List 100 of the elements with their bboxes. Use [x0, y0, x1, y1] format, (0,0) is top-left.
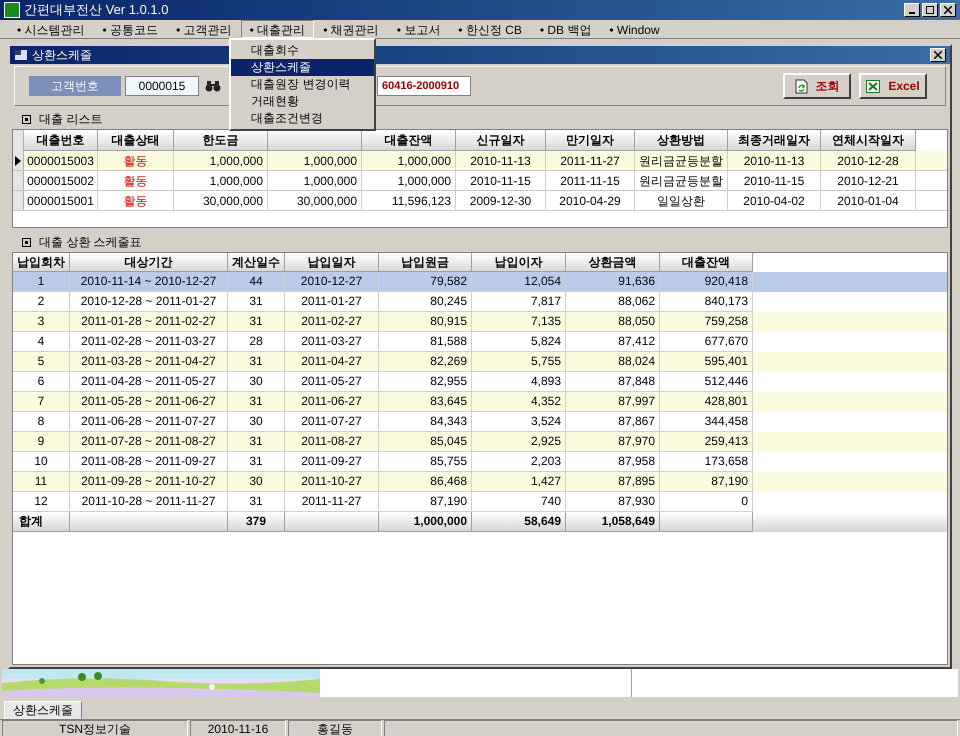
table-cell: 0000015002 [24, 171, 98, 190]
column-header[interactable]: 연체시작일자 [821, 130, 916, 151]
table-cell: 0000015001 [24, 191, 98, 210]
table-cell: 2011-11-15 [546, 171, 635, 190]
column-header[interactable]: 상환금액 [566, 253, 660, 272]
corner-header-cell [13, 130, 24, 151]
table-cell: 2010-01-04 [821, 191, 916, 210]
menu-item[interactable]: • 시스템관리 [8, 20, 94, 38]
column-header[interactable]: 납입이자 [472, 253, 566, 272]
menu-option[interactable]: 대출원장 변경이력 [231, 76, 374, 93]
binoculars-icon[interactable] [205, 80, 221, 92]
row-header-cell[interactable] [13, 151, 24, 170]
window-tab[interactable]: 상환스케줄 [4, 701, 82, 719]
section-title: 대출 상환 스케줄표 [39, 234, 142, 251]
table-cell: 2011-11-27 [546, 151, 635, 170]
excel-button[interactable]: Excel [859, 73, 927, 99]
menu-option[interactable]: 거래현황 [231, 93, 374, 110]
close-button[interactable] [940, 3, 956, 17]
menu-item[interactable]: • 공통코드 [94, 20, 168, 38]
schedule-row[interactable]: 9 2011-07-28 ~ 2011-08-27 31 2011-08-27 85,045 2,925 87,970 259,413 [13, 432, 947, 452]
table-cell: 2009-12-30 [456, 191, 546, 210]
table-cell: 2010-11-15 [456, 171, 546, 190]
window-title: 간편대부전산 Ver 1.0.1.0 [24, 1, 168, 20]
schedule-row[interactable]: 5 2011-03-28 ~ 2011-04-27 31 2011-04-27 82,269 5,755 88,024 595,401 [13, 352, 947, 372]
column-header[interactable]: 한도금 [174, 130, 268, 151]
minimize-button[interactable] [904, 3, 920, 17]
table-cell: 0000015003 [24, 151, 98, 170]
total-cell: 58,649 [472, 512, 566, 532]
table-cell: 활동 [98, 151, 174, 170]
column-header[interactable]: 대출잔액 [362, 130, 456, 151]
column-header[interactable]: 상환방법 [635, 130, 728, 151]
column-header[interactable]: 납입일자 [285, 253, 379, 272]
total-cell: 1,058,649 [566, 512, 660, 532]
refresh-document-icon [794, 78, 808, 94]
column-header[interactable]: 계산일수 [228, 253, 285, 272]
section-title: 대출 리스트 [39, 111, 102, 128]
table-cell: 활동 [98, 191, 174, 210]
table-cell: 1,000,000 [362, 171, 456, 190]
loan-row[interactable]: 0000015002 활동 1,000,000 1,000,000 1,000,000 2010-11-15 2011-11-15 원리금균등분할 2010-11-15 2010-12-21 [13, 171, 947, 191]
total-cell: 합계 [13, 512, 70, 532]
spreadsheet-icon [866, 80, 880, 92]
table-cell: 일일상환 [635, 191, 728, 210]
table-cell: 2010-04-02 [728, 191, 821, 210]
table-cell: 30,000,000 [174, 191, 268, 210]
table-cell: 2010-12-21 [821, 171, 916, 190]
menu-item[interactable]: • 채권관리 [314, 20, 388, 38]
menu-option[interactable]: 대출회수 [231, 42, 374, 59]
loan-row[interactable]: 0000015003 활동 1,000,000 1,000,000 1,000,000 2010-11-13 2011-11-27 원리금균등분할 2010-11-13 2010-12-28 [13, 151, 947, 171]
menu-item[interactable]: • 보고서 [388, 20, 450, 38]
column-header[interactable] [268, 130, 362, 151]
table-cell: 2010-11-13 [728, 151, 821, 170]
column-header[interactable]: 신규일자 [456, 130, 546, 151]
schedule-row[interactable]: 3 2011-01-28 ~ 2011-02-27 31 2011-02-27 80,915 7,135 88,050 759,258 [13, 312, 947, 332]
row-header-cell[interactable] [13, 191, 24, 210]
table-cell: 원리금균등분할 [635, 171, 728, 190]
close-button[interactable] [930, 48, 946, 62]
status-cell: 2010-11-16 [190, 720, 286, 736]
column-header[interactable]: 최종거래일자 [728, 130, 821, 151]
app-icon [4, 2, 20, 18]
column-header[interactable]: 대상기간 [70, 253, 228, 272]
form-icon [14, 49, 28, 61]
menu-item[interactable]: • Window [600, 20, 669, 38]
customer-number-label: 고객번호 [29, 76, 121, 96]
menu-item[interactable]: • 한신정 CB [449, 20, 531, 38]
menu-item[interactable]: • 고객관리 [167, 20, 241, 38]
customer-number-field[interactable]: 0000015 [125, 76, 199, 96]
status-cell: TSN정보기술 [2, 720, 188, 736]
loan-row[interactable]: 0000015001 활동 30,000,000 30,000,000 11,596,123 2009-12-30 2010-04-29 일일상환 2010-04-02 2010-01-04 [13, 191, 947, 211]
search-button[interactable]: 조회 [783, 73, 851, 99]
table-cell: 2010-11-15 [728, 171, 821, 190]
table-cell: 11,596,123 [362, 191, 456, 210]
table-cell: 활동 [98, 171, 174, 190]
close-icon [934, 51, 942, 59]
column-header[interactable]: 납입회차 [13, 253, 70, 272]
column-header[interactable]: 대출상태 [98, 130, 174, 151]
section-icon [22, 238, 31, 246]
menu-item[interactable]: • DB 백업 [530, 20, 600, 38]
maximize-button[interactable] [922, 3, 938, 17]
table-cell: 2010-11-13 [456, 151, 546, 170]
customer-id-field: 60416-2000910 [377, 76, 471, 96]
column-header[interactable]: 만기일자 [546, 130, 635, 151]
schedule-row[interactable]: 11 2011-09-28 ~ 2011-10-27 30 2011-10-27 86,468 1,427 87,895 87,190 [13, 472, 947, 492]
table-cell: 1,000,000 [268, 171, 362, 190]
schedule-row[interactable]: 1 2010-11-14 ~ 2010-12-27 44 2010-12-27 79,582 12,054 91,636 920,418 [13, 272, 947, 292]
column-header[interactable]: 납입원금 [379, 253, 472, 272]
column-header[interactable]: 대출번호 [24, 130, 98, 151]
table-cell: 원리금균등분할 [635, 151, 728, 170]
menu-item[interactable]: • 대출관리 [240, 20, 314, 38]
total-cell: 1,000,000 [379, 512, 472, 532]
menu-option[interactable]: 상환스케줄 [231, 59, 374, 76]
menu-option[interactable]: 대출조건변경 [231, 110, 374, 127]
close-icon [944, 6, 952, 14]
table-cell: 1,000,000 [362, 151, 456, 170]
column-header[interactable]: 대출잔액 [660, 253, 753, 272]
status-cell: 홍길동 [288, 720, 382, 736]
schedule-row[interactable]: 7 2011-05-28 ~ 2011-06-27 31 2011-06-27 83,645 4,352 87,997 428,801 [13, 392, 947, 412]
child-window-title: 상환스케줄 [32, 47, 92, 64]
table-cell: 2010-12-28 [821, 151, 916, 170]
table-cell: 2010-04-29 [546, 191, 635, 210]
row-header-cell[interactable] [13, 171, 24, 190]
